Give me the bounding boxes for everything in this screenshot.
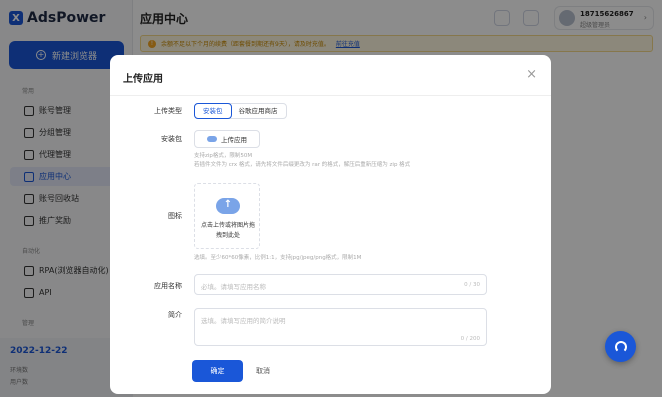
description-placeholder: 选填。请填写应用的简介说明 <box>201 317 286 325</box>
description-label: 简介 <box>168 311 182 319</box>
dialog-title: 上传应用 <box>123 74 163 85</box>
tab-package[interactable]: 安装包 <box>194 103 232 119</box>
icon-upload-area[interactable]: ↑ 点击上传或将图片拖拽到此处 <box>194 183 260 249</box>
confirm-button[interactable]: 确定 <box>192 360 243 382</box>
cloud-upload-icon <box>207 136 217 142</box>
tab-chrome-store[interactable]: 谷歌应用商店 <box>231 104 286 118</box>
package-hint: 支持zip格式，限制50M <box>194 153 253 159</box>
upload-package-button[interactable]: 上传应用 <box>194 130 260 148</box>
package-hint-crx: 若插件文件为 crx 格式，请先将文件后缀更改为 rar 的格式，解压后重新压缩… <box>194 162 411 168</box>
description-textarea[interactable]: 选填。请填写应用的简介说明 0 / 200 <box>194 308 487 346</box>
support-chat-button[interactable] <box>605 331 636 362</box>
icon-label: 图标 <box>168 212 182 220</box>
upload-package-label: 上传应用 <box>221 136 247 144</box>
app-name-placeholder: 必填。请填写应用名称 <box>201 283 266 291</box>
app-name-input[interactable]: 必填。请填写应用名称 0 / 30 <box>194 274 487 295</box>
divider <box>110 95 551 96</box>
upload-type-tabs: 安装包 谷歌应用商店 <box>194 103 287 119</box>
arrow-up-icon: ↑ <box>223 199 233 210</box>
app-name-counter: 0 / 30 <box>464 282 480 288</box>
headset-icon <box>614 340 627 353</box>
cancel-button[interactable]: 取消 <box>256 360 270 382</box>
app-name-label: 应用名称 <box>154 282 182 290</box>
icon-hint: 选填。至少60*60像素，比例1:1，支持jpg/jpeg/png格式，限制1M <box>194 255 362 261</box>
upload-app-dialog: 上传应用 × 上传类型 安装包 谷歌应用商店 安装包 上传应用 支持zip格式，… <box>110 55 551 394</box>
close-icon[interactable]: × <box>526 67 537 82</box>
description-counter: 0 / 200 <box>460 336 480 342</box>
package-label: 安装包 <box>161 135 182 143</box>
icon-upload-text: 点击上传或将图片拖拽到此处 <box>200 222 255 239</box>
upload-type-label: 上传类型 <box>154 107 182 115</box>
